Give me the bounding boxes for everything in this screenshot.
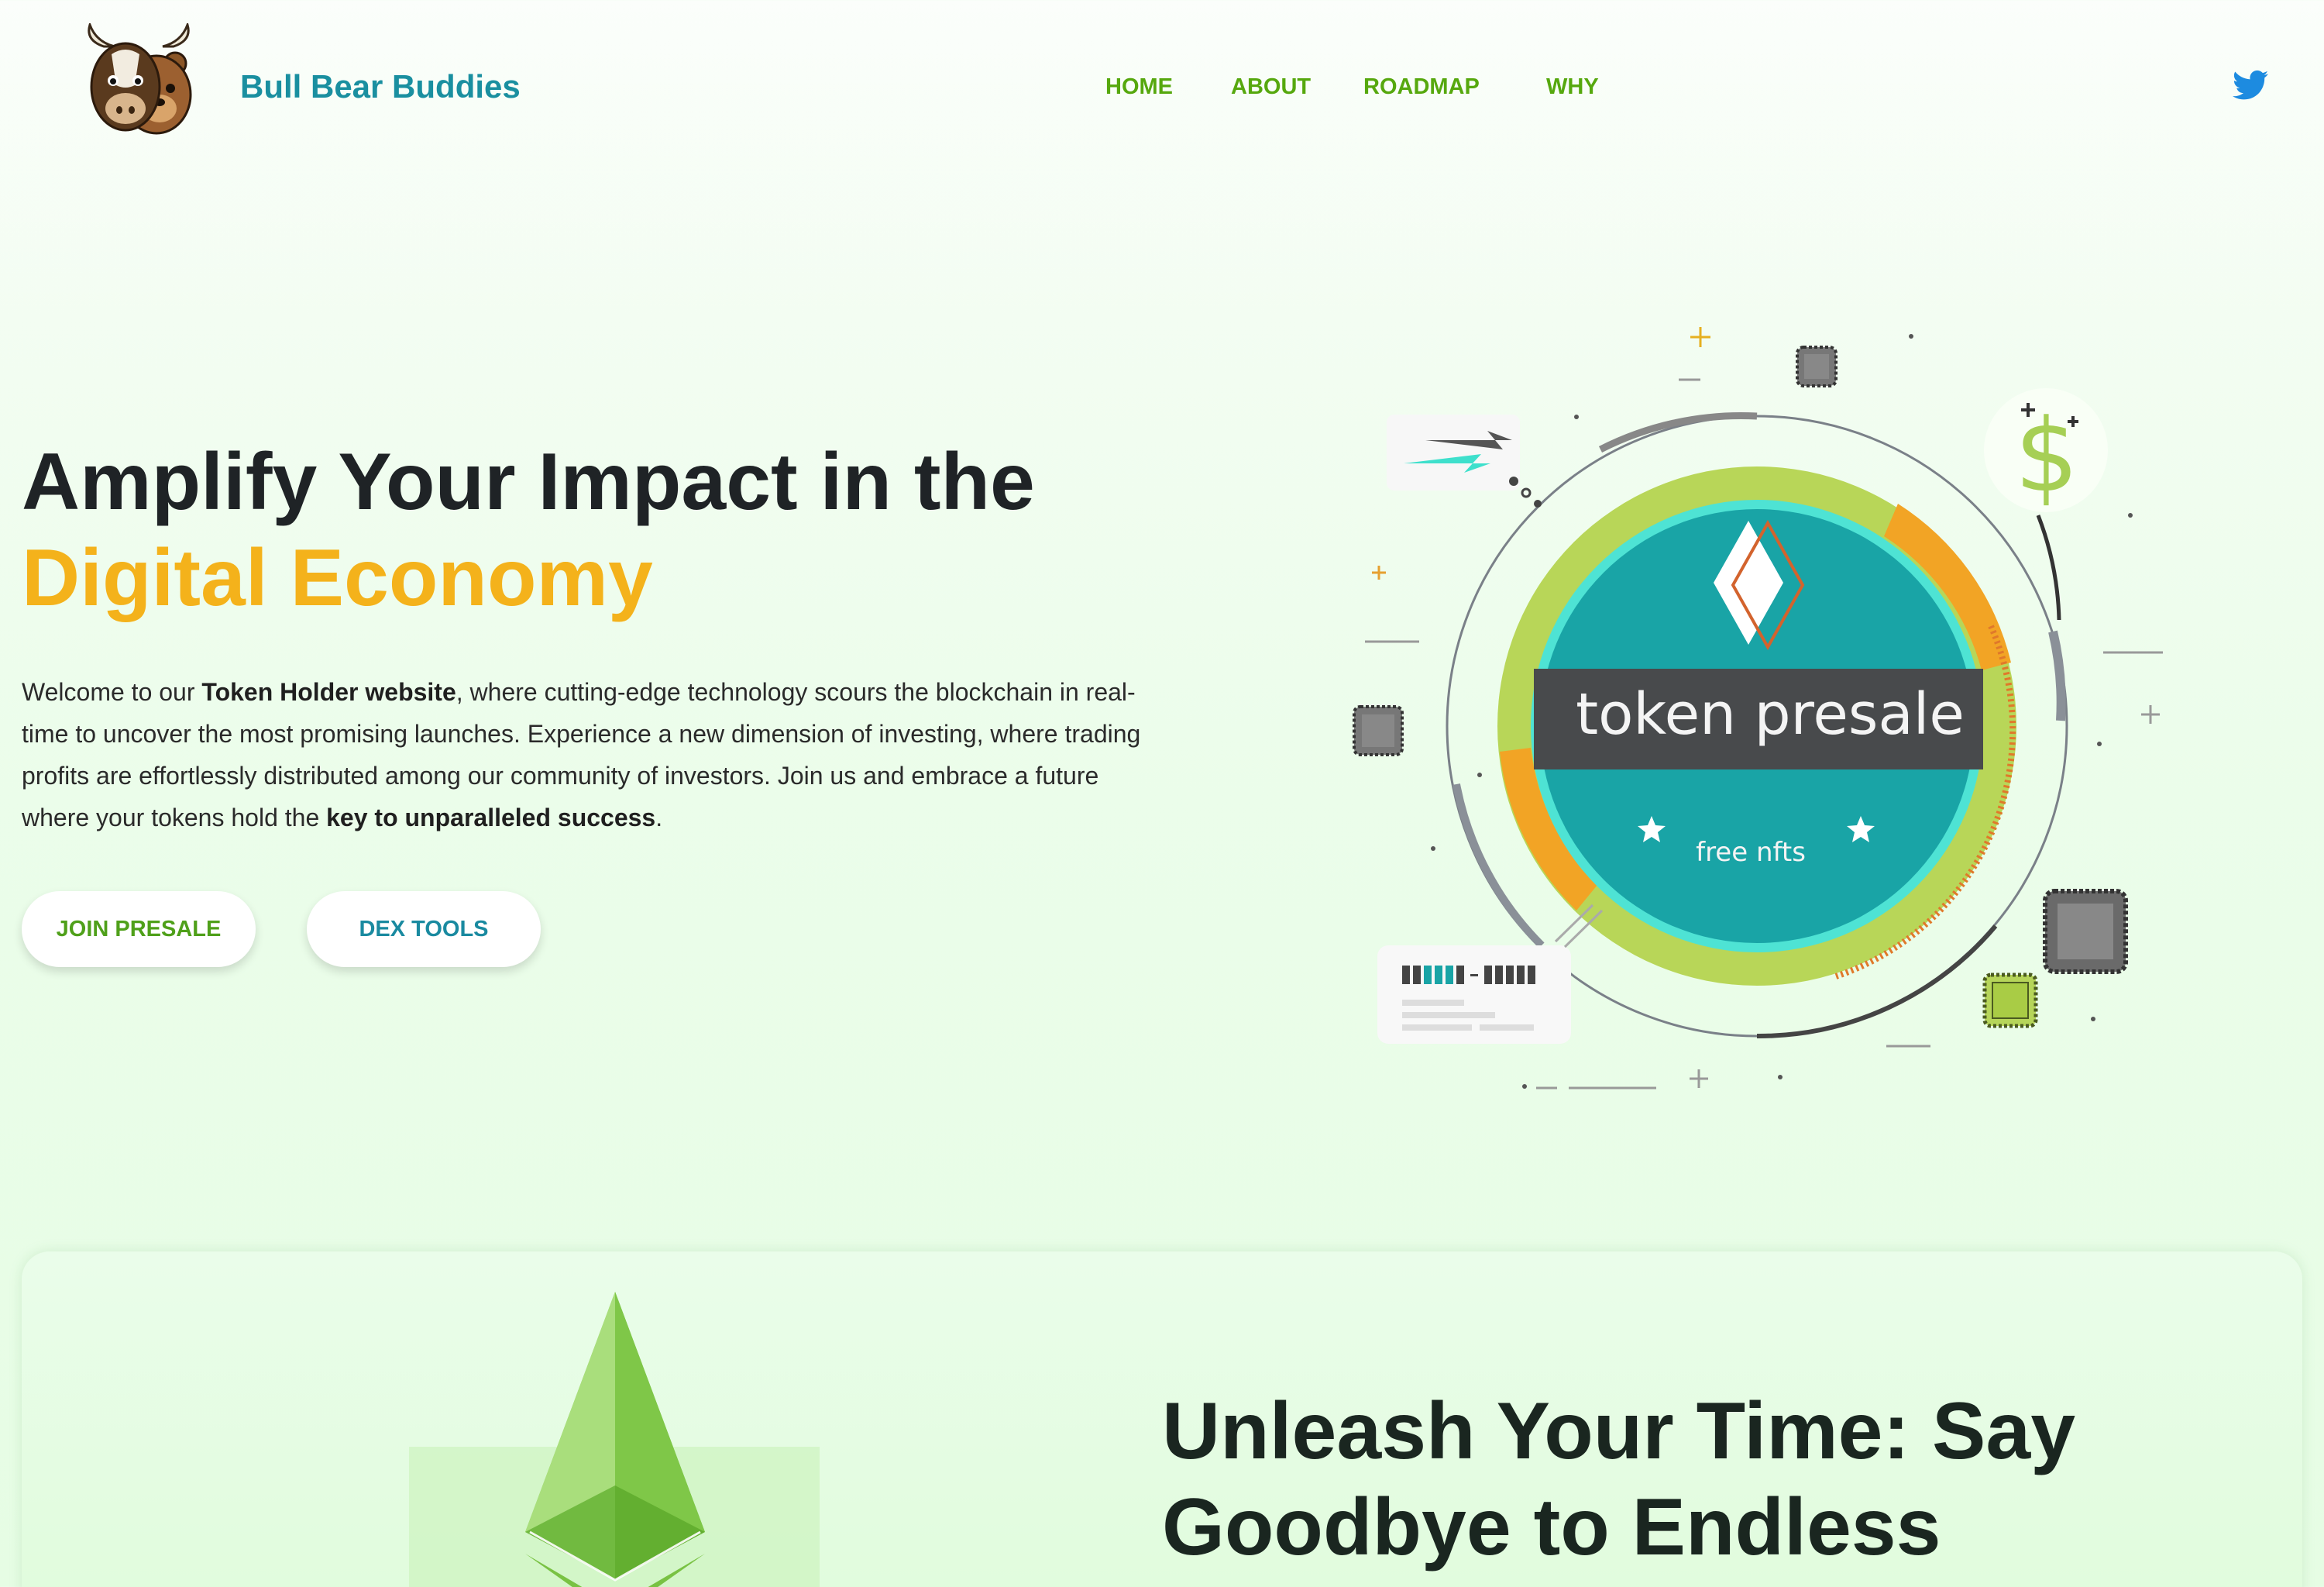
- section-title: Unleash Your Time: Say Goodbye to Endles…: [1162, 1386, 2076, 1572]
- hero-description-bold: key to unparalleled success: [326, 804, 656, 831]
- ethereum-icon: [409, 1292, 820, 1587]
- site-header: Bull Bear Buddies HOME ABOUT ROADMAP WHY: [0, 0, 2324, 170]
- illustration-banner-text: token presale: [1576, 681, 1965, 748]
- hero-title-highlight: Digital Economy: [22, 533, 653, 623]
- bull-bear-logo-icon[interactable]: [81, 23, 197, 139]
- chip-icon: [1982, 973, 2038, 1028]
- brand-name[interactable]: Bull Bear Buddies: [240, 64, 521, 110]
- token-presale-illustration: token presale free nfts $: [1353, 327, 2163, 1090]
- twitter-icon[interactable]: [2233, 70, 2268, 101]
- hero-description-text: Welcome to our: [22, 678, 202, 706]
- join-presale-button[interactable]: JOIN PRESALE: [22, 891, 256, 967]
- hero-description: Welcome to our Token Holder website, whe…: [22, 671, 1153, 838]
- nav-why[interactable]: WHY: [1546, 70, 1599, 104]
- hero-description-text: .: [655, 804, 663, 831]
- hero-title: Amplify Your Impact in the Digital Econo…: [22, 434, 1035, 626]
- hero-description-bold: Token Holder website: [201, 678, 456, 706]
- illustration-subtext: free nfts: [1696, 837, 1806, 868]
- chip-icon: [2043, 889, 2128, 974]
- nav-home[interactable]: HOME: [1105, 70, 1173, 104]
- hero-title-line1: Amplify Your Impact in the: [22, 437, 1035, 527]
- nav-roadmap[interactable]: ROADMAP: [1363, 70, 1480, 104]
- chip-icon: [1353, 705, 1404, 756]
- nav-about[interactable]: ABOUT: [1231, 70, 1311, 104]
- dollar-icon: $: [2015, 397, 2079, 515]
- features-section: Unleash Your Time: Say Goodbye to Endles…: [22, 1251, 2302, 1587]
- chip-icon: [1796, 346, 1838, 387]
- dex-tools-button[interactable]: DEX TOOLS: [307, 891, 541, 967]
